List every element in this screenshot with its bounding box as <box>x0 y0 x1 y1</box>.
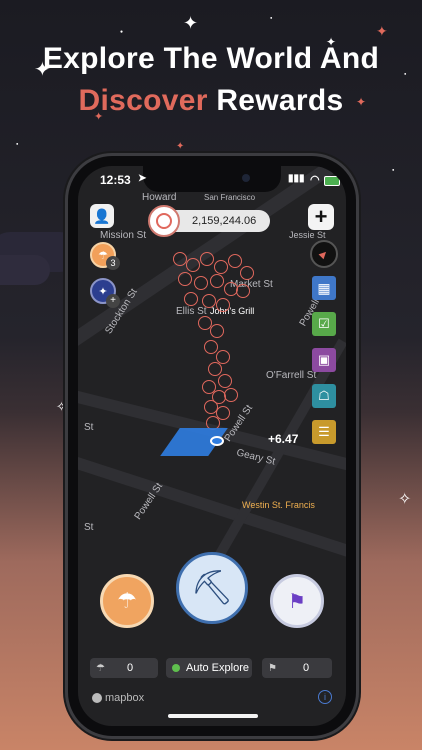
coin-ring <box>178 272 192 286</box>
coin-ring <box>200 252 214 266</box>
mapbox-logo: mapbox <box>92 692 144 704</box>
street-label: O'Farrell St <box>266 370 317 381</box>
coin-ring <box>214 260 228 274</box>
status-time: 12:53 <box>100 173 131 187</box>
airdrop-counter[interactable]: ☂ 0 <box>90 658 158 678</box>
robot-button[interactable]: ☖ <box>312 384 336 408</box>
parachute-small-icon: ☂ <box>96 662 105 674</box>
street-label: Howard <box>142 192 177 203</box>
flag-count: 0 <box>302 662 310 674</box>
coin-ring <box>186 258 200 272</box>
coin-ring <box>184 292 198 306</box>
flag-counter[interactable]: ⚑ 0 <box>262 658 332 678</box>
wifi-icon: ◠ <box>310 174 320 186</box>
coin-ring <box>173 252 187 266</box>
poi-label: Westin St. Francis <box>242 500 315 510</box>
coin-ring <box>194 276 208 290</box>
star-icon: ● <box>270 15 273 20</box>
status-dot-icon <box>172 664 180 672</box>
coin-ring <box>208 362 222 376</box>
mapbox-icon <box>92 693 102 703</box>
coin-ring <box>218 374 232 388</box>
flag-small-icon: ⚑ <box>268 662 277 674</box>
airdrop-count: 0 <box>126 662 134 674</box>
grid-icon: ▦ <box>317 279 331 296</box>
tasks-button[interactable]: ☑ <box>312 312 336 336</box>
coin-ring <box>210 274 224 288</box>
clipboard-icon: ☑ <box>318 316 330 331</box>
coin-ring <box>224 388 238 402</box>
signal-icon: ▮▮▮ <box>288 173 305 184</box>
notch <box>143 166 281 192</box>
info-icon[interactable]: i <box>318 690 332 704</box>
headline-accent: Discover <box>78 84 208 117</box>
flag-icon: ⚑ <box>288 590 306 613</box>
coin-icon <box>148 205 180 237</box>
airdrop-count-badge: 3 <box>106 256 120 270</box>
person-icon: 👤 <box>93 207 111 224</box>
robot-icon: ☖ <box>318 388 330 403</box>
headline-line-1: Explore The World And <box>42 42 380 75</box>
wallet-button[interactable]: ☰ <box>312 420 336 444</box>
coins-stack-icon: ☰ <box>318 424 330 439</box>
coin-ring <box>216 298 230 312</box>
airdrop-action-button[interactable]: ☂ <box>100 574 154 628</box>
parachute-icon: ☂ <box>117 588 137 613</box>
auto-explore-button[interactable]: Auto Explore <box>166 658 252 678</box>
cloud-left-small <box>0 255 50 285</box>
shop-button[interactable]: ▣ <box>312 348 336 372</box>
star-icon: ● <box>392 167 395 172</box>
balance-pill[interactable]: 2,159,244.06 <box>148 205 270 237</box>
coin-ring <box>236 284 250 298</box>
plus-icon: + <box>314 204 328 229</box>
phone-frame: 12:53 ➤ ▮▮▮ ◠ Howard San Francisco Missi… <box>68 156 356 736</box>
star-icon: ✦ <box>376 23 388 39</box>
store-icon: ▣ <box>317 352 331 367</box>
street-label: St <box>84 422 94 433</box>
coin-ring <box>240 266 254 280</box>
mine-button[interactable]: ⛏ <box>176 552 248 624</box>
flag-button[interactable]: ⚑ <box>270 574 324 628</box>
coin-ring <box>202 294 216 308</box>
balance-amount: 2,159,244.06 <box>192 215 257 227</box>
star-icon: ✦ <box>176 141 185 152</box>
coin-ring <box>228 254 242 268</box>
star-icon: ✦ <box>183 13 199 33</box>
add-button[interactable]: + <box>308 204 334 230</box>
mapbox-text: mapbox <box>105 692 145 704</box>
street-label: Jessie St <box>289 230 326 240</box>
grid-menu-button[interactable]: ▦ <box>312 276 336 300</box>
profile-button[interactable]: 👤 <box>90 204 114 228</box>
sparkle-icon: ✦ <box>98 285 108 298</box>
star-icon: ✧ <box>398 491 412 508</box>
battery-icon <box>324 176 340 186</box>
star-icon: ✧ <box>56 399 67 414</box>
map-screen[interactable]: 12:53 ➤ ▮▮▮ ◠ Howard San Francisco Missi… <box>78 166 346 726</box>
camera-icon <box>242 174 250 182</box>
pickaxe-icon: ⛏ <box>190 569 234 607</box>
headline-rest: Rewards <box>216 84 344 117</box>
coin-ring <box>204 340 218 354</box>
headline-line-2: Discover Rewards <box>0 84 422 118</box>
boost-add-badge: + <box>106 294 120 308</box>
home-indicator[interactable] <box>168 714 258 718</box>
auto-explore-label: Auto Explore <box>186 662 249 674</box>
star-icon: ● <box>16 141 19 146</box>
street-label: St <box>84 522 94 533</box>
compass-button[interactable]: ▲ <box>310 240 338 268</box>
gain-label: +6.47 <box>268 432 299 446</box>
street-label: San Francisco <box>204 193 256 202</box>
location-arrow-icon: ➤ <box>138 173 147 184</box>
compass-needle-icon: ▲ <box>314 244 334 264</box>
player-marker[interactable] <box>210 436 224 446</box>
coin-ring <box>210 324 224 338</box>
street-label: Mission St <box>100 230 147 241</box>
star-icon: ● <box>120 29 124 35</box>
